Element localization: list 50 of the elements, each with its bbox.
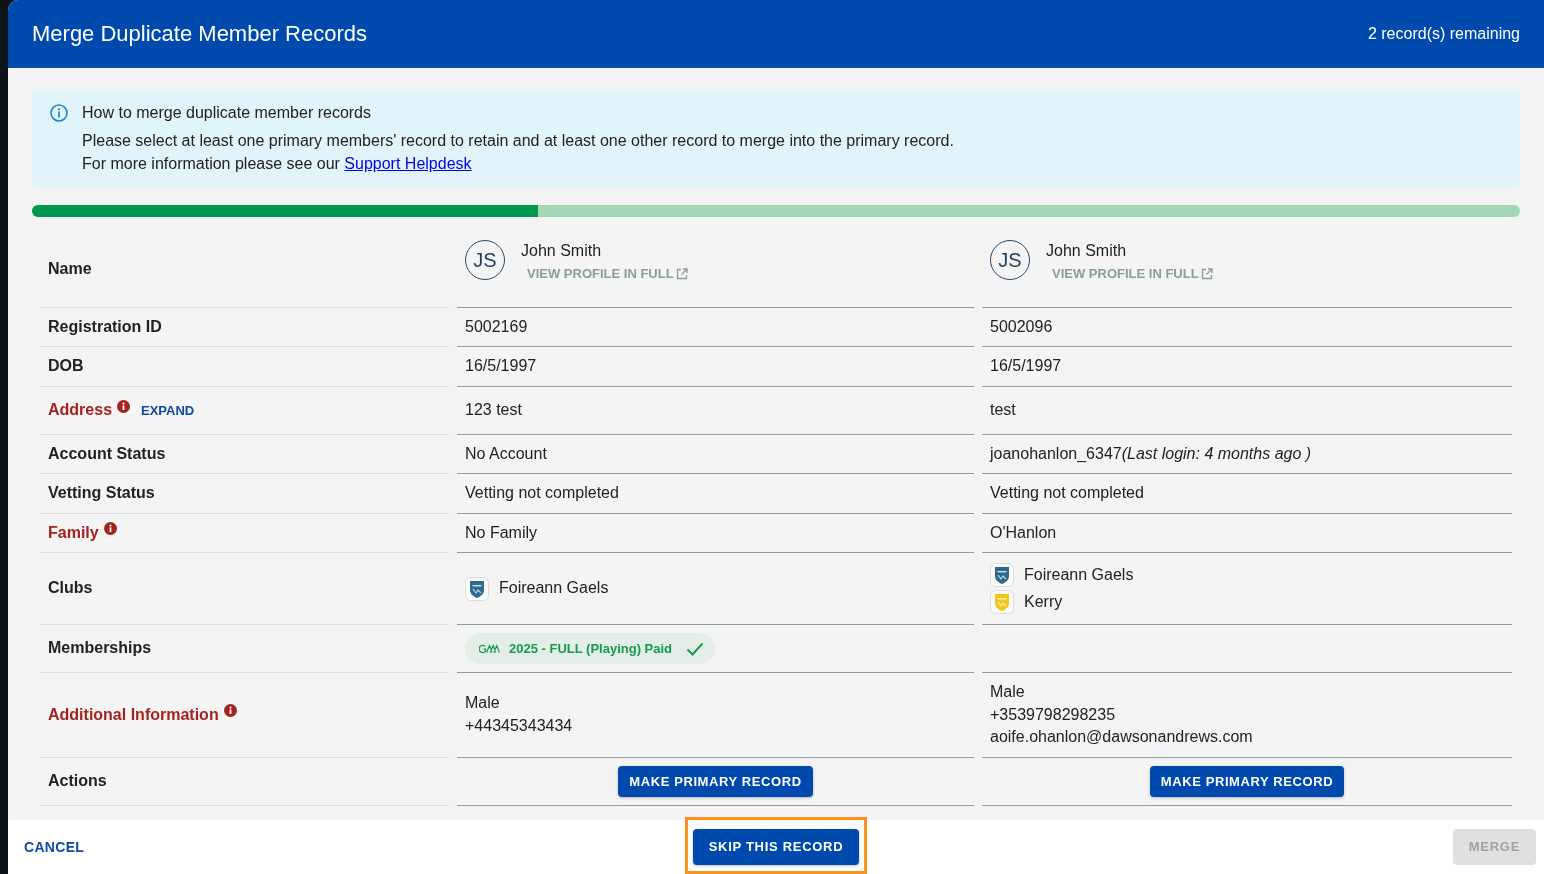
row-label: Name (48, 258, 92, 279)
row-label: Additional Information (48, 704, 219, 725)
help-text: For more information please see our Support Helpdesk (82, 154, 473, 174)
row-label: Clubs (48, 578, 93, 599)
make-primary-button[interactable]: MAKE PRIMARY RECORD (1149, 765, 1345, 797)
last-login-note: (Last login: 4 months ago ) (1121, 443, 1312, 464)
member-name: John Smith (521, 241, 602, 261)
cell-text: 16/5/1997 (990, 356, 1062, 376)
external-link-icon (1200, 267, 1213, 280)
cell-text: 5002096 (990, 316, 1053, 337)
logo-icon (479, 643, 500, 654)
cancel-button[interactable]: CANCEL (16, 830, 93, 864)
dialog-title: Merge Duplicate Member Records (32, 21, 368, 47)
club-name: Foireann Gaels (1024, 564, 1134, 585)
expand-button[interactable]: EXPAND (136, 394, 200, 426)
external-link-icon (675, 267, 688, 280)
cell-text: Male (990, 682, 1025, 702)
row-label: Family (48, 522, 99, 543)
info-text: Please select at least one primary members' record to retain and at least one other record to merge into the primary record. (82, 131, 954, 151)
make-primary-button[interactable]: MAKE PRIMARY RECORD (618, 765, 813, 797)
cell-text: Vetting not completed (465, 483, 619, 503)
cell-text: +3539798298235 (990, 704, 1116, 725)
club-name: Kerry (1024, 591, 1063, 612)
cell-text: aoife.ohanlon@dawsonandrews.com (990, 727, 1253, 747)
records-remaining-text: 2 record(s) remaining (1367, 25, 1520, 43)
cell-text: O'Hanlon (990, 522, 1057, 543)
cell-text: test (990, 399, 1016, 420)
cell-text: joanohanlon_6347 (990, 443, 1122, 464)
skip-record-button[interactable]: SKIP THIS RECORD (692, 829, 860, 865)
cell-text: Vetting not completed (990, 483, 1144, 503)
helpdesk-link[interactable]: Support Helpdesk (344, 155, 472, 172)
row-label: Vetting Status (48, 483, 155, 503)
cell-text: No Family (465, 522, 537, 543)
cell-text: 16/5/1997 (465, 356, 537, 376)
cell-text: No Account (465, 443, 547, 464)
info-title: How to merge duplicate member records (82, 103, 372, 123)
row-label: Account Status (48, 443, 166, 464)
row-label: Registration ID (48, 316, 162, 337)
cell-text: 5002169 (465, 316, 528, 337)
member-name: John Smith (1046, 241, 1127, 261)
cell-text: +44345343434 (465, 715, 573, 736)
row-label: Actions (48, 770, 107, 791)
membership-label: 2025 - FULL (Playing) Paid (509, 640, 673, 657)
row-label: Address (48, 399, 113, 420)
row-label: Memberships (48, 638, 152, 659)
cell-text: 123 test (465, 399, 522, 420)
club-name: Foireann Gaels (499, 578, 609, 599)
info-icon (50, 104, 68, 122)
cell-text: Male (465, 693, 500, 714)
row-label: DOB (48, 356, 84, 376)
